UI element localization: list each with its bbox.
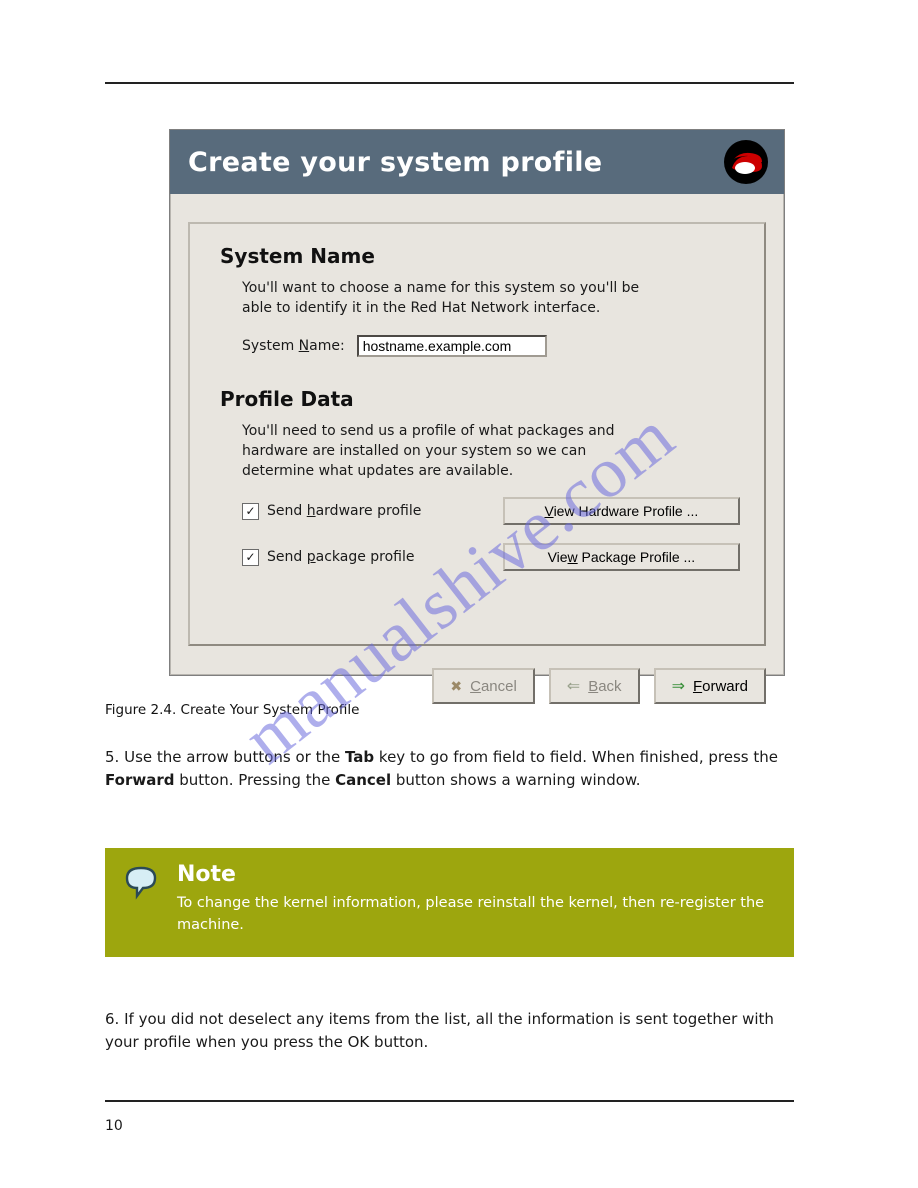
send-hardware-checkbox[interactable]: ✓ Send hardware profile	[242, 503, 477, 520]
cancel-button-label: Cancel	[335, 771, 391, 789]
view-hardware-profile-button[interactable]: View Hardware Profile ...	[503, 497, 740, 525]
dialog-nav-buttons: Cancel Back Forward	[170, 658, 784, 704]
send-package-checkbox[interactable]: ✓ Send package profile	[242, 549, 477, 566]
create-profile-dialog: Create your system profile System Name Y…	[169, 129, 785, 676]
redhat-shadowman-icon	[722, 138, 770, 186]
cancel-icon	[450, 678, 462, 695]
profile-checks-grid: ✓ Send hardware profile View Hardware Pr…	[242, 497, 740, 571]
system-name-label: System Name:	[242, 338, 345, 354]
instruction-step-6: 6. If you did not deselect any items fro…	[105, 1008, 794, 1055]
note-title: Note	[177, 862, 774, 887]
profile-data-helper: You'll need to send us a profile of what…	[242, 421, 662, 482]
forward-button-label: Forward	[105, 771, 174, 789]
system-name-field-row: System Name:	[242, 335, 740, 357]
tab-key-label: Tab	[345, 748, 374, 766]
back-button[interactable]: Back	[549, 668, 640, 704]
top-horizontal-rule	[105, 82, 794, 84]
arrow-left-icon	[567, 676, 580, 696]
ok-button-label: OK	[348, 1033, 370, 1051]
note-callout: Note To change the kernel information, p…	[105, 848, 794, 957]
bottom-horizontal-rule	[105, 1100, 794, 1102]
instruction-step-5: 5. Use the arrow buttons or the Tab key …	[105, 746, 794, 793]
cancel-button[interactable]: Cancel	[432, 668, 534, 704]
note-body: To change the kernel information, please…	[177, 893, 774, 937]
page-number: 10	[105, 1118, 123, 1134]
system-name-helper: You'll want to choose a name for this sy…	[242, 278, 662, 319]
arrow-right-icon	[672, 676, 685, 696]
speech-bubble-icon	[121, 862, 161, 902]
view-package-profile-button[interactable]: View Package Profile ...	[503, 543, 740, 571]
checkmark-icon: ✓	[242, 503, 259, 520]
forward-button[interactable]: Forward	[654, 668, 766, 704]
figure-caption: Figure 2.4. Create Your System Profile	[105, 702, 359, 718]
system-name-heading: System Name	[220, 244, 740, 268]
dialog-titlebar: Create your system profile	[170, 130, 784, 194]
dialog-title: Create your system profile	[188, 147, 602, 178]
dialog-content-panel: System Name You'll want to choose a name…	[188, 222, 766, 646]
profile-data-heading: Profile Data	[220, 387, 740, 411]
system-name-input[interactable]	[357, 335, 547, 357]
checkmark-icon: ✓	[242, 549, 259, 566]
